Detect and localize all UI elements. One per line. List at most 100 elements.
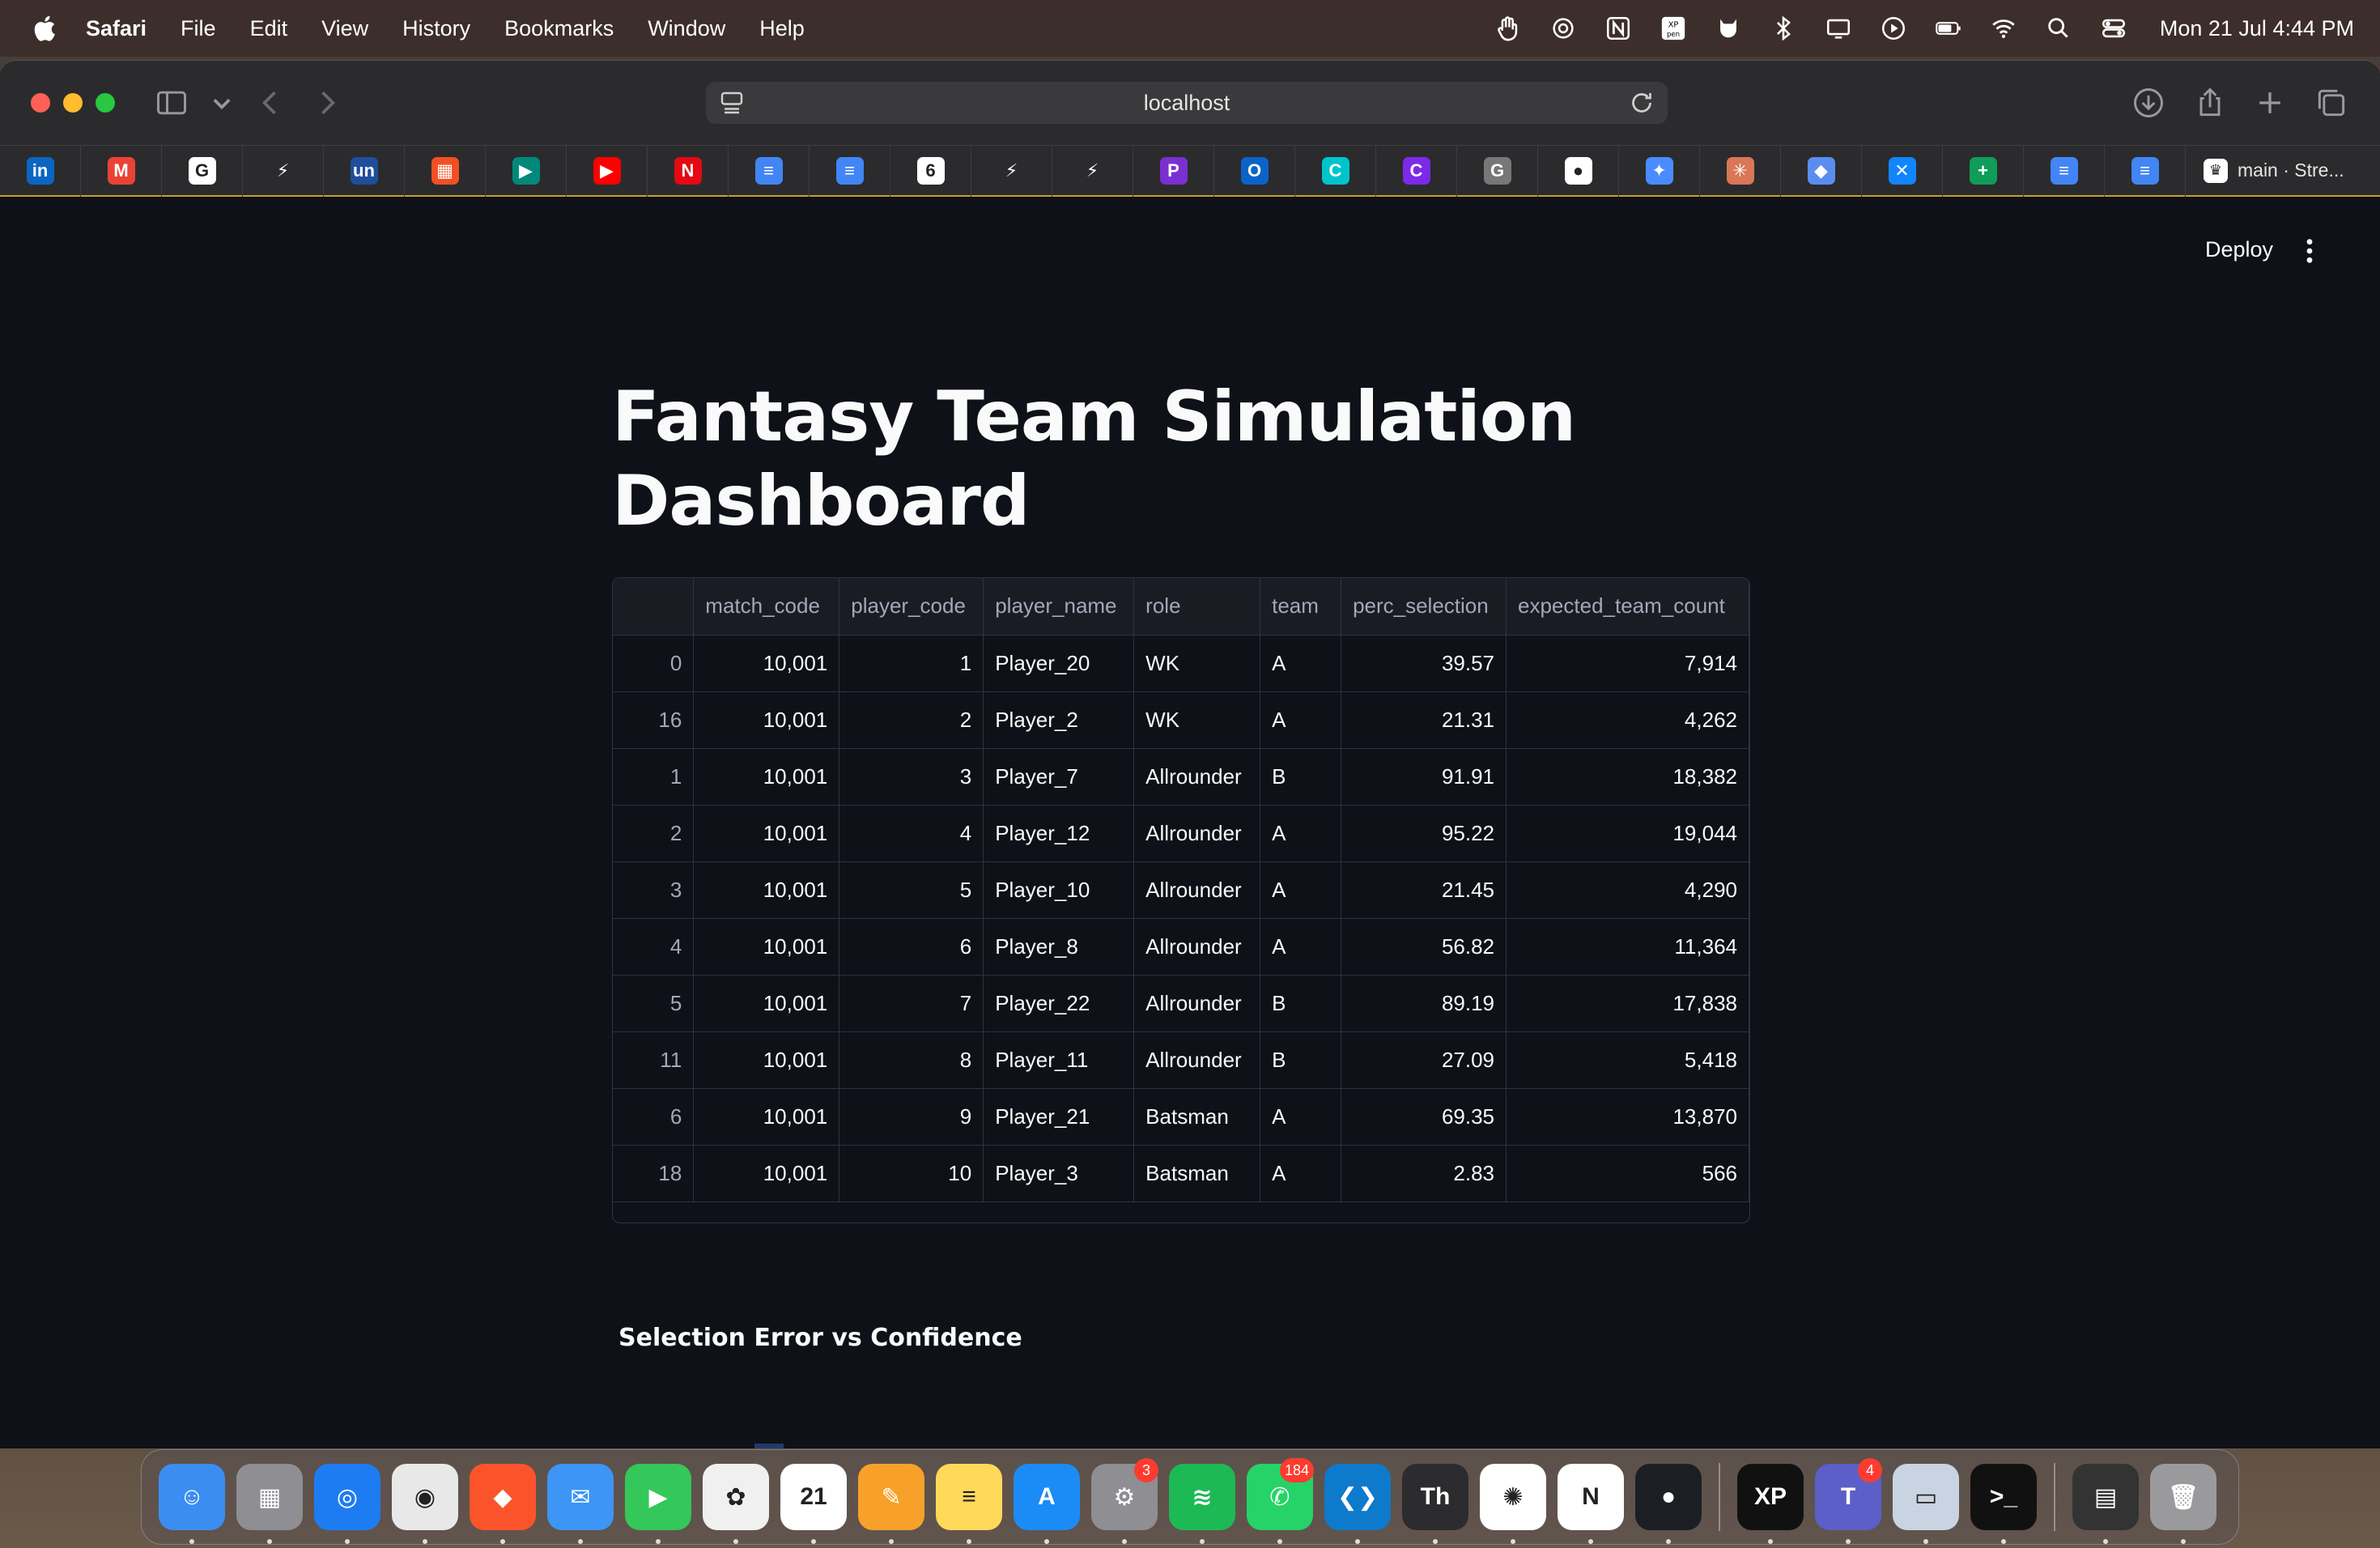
cell-perc-selection[interactable]: 21.31 bbox=[1341, 691, 1507, 749]
dock-app-xppen[interactable]: XP bbox=[1732, 1458, 1809, 1544]
tab-overview-icon[interactable] bbox=[2314, 85, 2349, 121]
minimize-window-button[interactable] bbox=[63, 93, 83, 113]
column-header-player-name[interactable]: player_name bbox=[983, 578, 1135, 636]
cell-match-code[interactable]: 10,001 bbox=[693, 1088, 840, 1146]
cell-perc-selection[interactable]: 27.09 bbox=[1341, 1031, 1507, 1089]
cell-player-code[interactable]: 1 bbox=[839, 635, 984, 692]
row-index-cell[interactable]: 3 bbox=[613, 861, 695, 919]
favorite-claude[interactable]: ✳ bbox=[1700, 144, 1781, 197]
chevron-down-icon[interactable] bbox=[204, 85, 231, 121]
cell-player-code[interactable]: 6 bbox=[839, 918, 984, 976]
sidebar-toggle-icon[interactable] bbox=[154, 85, 189, 121]
favorite-pixel[interactable]: P bbox=[1133, 144, 1214, 197]
more-options-icon[interactable] bbox=[2297, 237, 2322, 265]
dock-app-brave[interactable]: ◆ bbox=[464, 1458, 542, 1544]
cell-expected-team-count[interactable]: 18,382 bbox=[1506, 748, 1749, 806]
dock-app-spotify[interactable]: ≋ bbox=[1163, 1458, 1241, 1544]
control-center-icon[interactable] bbox=[2100, 15, 2127, 42]
display-icon[interactable] bbox=[1825, 15, 1852, 42]
cell-team[interactable]: A bbox=[1260, 1145, 1342, 1202]
dock-app-notion[interactable]: N bbox=[1552, 1458, 1630, 1544]
table-row[interactable]: 16 10,001 2 Player_2 WK A 21.31 4,262 bbox=[613, 691, 1749, 749]
cell-player-name[interactable]: Player_12 bbox=[983, 805, 1135, 862]
cat-icon[interactable] bbox=[1715, 15, 1742, 42]
close-window-button[interactable] bbox=[31, 93, 50, 113]
favorite-google[interactable]: G bbox=[162, 144, 243, 197]
app-menu-safari[interactable]: Safari bbox=[86, 16, 147, 41]
favorite-netflix[interactable]: N bbox=[648, 144, 729, 197]
table-row[interactable]: 4 10,001 6 Player_8 Allrounder A 56.82 11,364 bbox=[613, 918, 1749, 976]
download-icon[interactable] bbox=[2131, 85, 2166, 121]
share-icon[interactable] bbox=[2192, 85, 2228, 121]
cell-role[interactable]: WK bbox=[1133, 691, 1261, 749]
dock-app-typora[interactable]: Th bbox=[1396, 1458, 1474, 1544]
cell-match-code[interactable]: 10,001 bbox=[693, 1145, 840, 1202]
cell-match-code[interactable]: 10,001 bbox=[693, 1031, 840, 1089]
cell-team[interactable]: A bbox=[1260, 691, 1342, 749]
favorite-github[interactable]: ● bbox=[1538, 144, 1619, 197]
favorite-grammarly[interactable]: G bbox=[1457, 144, 1538, 197]
row-index-cell[interactable]: 11 bbox=[613, 1031, 695, 1089]
dock-app-system-settings[interactable]: ⚙ 3 bbox=[1086, 1458, 1163, 1544]
dock-app-teams[interactable]: T4 bbox=[1809, 1458, 1887, 1544]
menu-window[interactable]: Window bbox=[648, 16, 725, 41]
favorite-linkedin[interactable]: in bbox=[0, 144, 81, 197]
menu-view[interactable]: View bbox=[321, 16, 368, 41]
cell-match-code[interactable]: 10,001 bbox=[693, 691, 840, 749]
menubar-clock[interactable]: Mon 21 Jul 4:44 PM bbox=[2160, 16, 2354, 41]
cell-player-name[interactable]: Player_11 bbox=[983, 1031, 1135, 1089]
cell-player-name[interactable]: Player_7 bbox=[983, 748, 1135, 806]
dock-app-trash[interactable]: 🗑 bbox=[2144, 1458, 2222, 1544]
cell-perc-selection[interactable]: 56.82 bbox=[1341, 918, 1507, 976]
favorite-docs[interactable]: ≡ bbox=[729, 144, 810, 197]
cell-player-name[interactable]: Player_8 bbox=[983, 918, 1135, 976]
dock-app-preview[interactable]: ▭ bbox=[1887, 1458, 1965, 1544]
favorite-unstop[interactable]: un bbox=[324, 144, 405, 197]
wifi-icon[interactable] bbox=[1990, 15, 2017, 42]
cell-player-code[interactable]: 4 bbox=[839, 805, 984, 862]
cell-player-code[interactable]: 9 bbox=[839, 1088, 984, 1146]
cell-expected-team-count[interactable]: 19,044 bbox=[1506, 805, 1749, 862]
dock-app-safari[interactable]: ◎ bbox=[308, 1458, 386, 1544]
cell-player-name[interactable]: Player_21 bbox=[983, 1088, 1135, 1146]
favorite-canva-2[interactable]: C bbox=[1376, 144, 1457, 197]
deploy-button[interactable]: Deploy bbox=[2205, 237, 2273, 262]
favorite-bolt-3[interactable]: ⚡ bbox=[1052, 144, 1133, 197]
cell-match-code[interactable]: 10,001 bbox=[693, 918, 840, 976]
data-table[interactable]: match_code player_code player_name role team… bbox=[612, 577, 1750, 1223]
row-index-cell[interactable]: 5 bbox=[613, 975, 695, 1032]
index-column-header[interactable] bbox=[613, 578, 695, 636]
table-row[interactable]: 5 10,001 7 Player_22 Allrounder B 89.19 17,838 bbox=[613, 975, 1749, 1032]
chatgpt-status-icon[interactable] bbox=[1549, 15, 1577, 42]
cell-expected-team-count[interactable]: 11,364 bbox=[1506, 918, 1749, 976]
column-header-team[interactable]: team bbox=[1260, 578, 1342, 636]
favorite-bolt[interactable]: ⚡ bbox=[243, 144, 324, 197]
cell-player-code[interactable]: 2 bbox=[839, 691, 984, 749]
cell-expected-team-count[interactable]: 4,290 bbox=[1506, 861, 1749, 919]
cell-expected-team-count[interactable]: 13,870 bbox=[1506, 1088, 1749, 1146]
cell-player-name[interactable]: Player_2 bbox=[983, 691, 1135, 749]
dock-app-chatgpt[interactable]: ✺ bbox=[1474, 1458, 1552, 1544]
table-row[interactable]: 11 10,001 8 Player_11 Allrounder B 27.09 5,418 bbox=[613, 1031, 1749, 1089]
dock-app-chrome[interactable]: ◉ bbox=[386, 1458, 464, 1544]
dock-app-vscode[interactable]: ❮❯ bbox=[1319, 1458, 1396, 1544]
cell-expected-team-count[interactable]: 17,838 bbox=[1506, 975, 1749, 1032]
menu-help[interactable]: Help bbox=[759, 16, 805, 41]
favorite-docs-2[interactable]: ≡ bbox=[810, 144, 890, 197]
row-index-cell[interactable]: 1 bbox=[613, 748, 695, 806]
cell-perc-selection[interactable]: 89.19 bbox=[1341, 975, 1507, 1032]
hand-wave-icon[interactable] bbox=[1494, 15, 1522, 42]
cell-player-name[interactable]: Player_22 bbox=[983, 975, 1135, 1032]
cell-expected-team-count[interactable]: 5,418 bbox=[1506, 1031, 1749, 1089]
favorite-gemini[interactable]: ✦ bbox=[1619, 144, 1700, 197]
cell-match-code[interactable]: 10,001 bbox=[693, 805, 840, 862]
favorite-gmail[interactable]: M bbox=[81, 144, 162, 197]
favorite-copilot[interactable]: ◆ bbox=[1781, 144, 1862, 197]
cell-role[interactable]: Allrounder bbox=[1133, 1031, 1261, 1089]
table-row[interactable]: 6 10,001 9 Player_21 Batsman A 69.35 13,870 bbox=[613, 1088, 1749, 1146]
column-header-expected-team-count[interactable]: expected_team_count bbox=[1506, 578, 1749, 636]
favorite-bolt-2[interactable]: ⚡ bbox=[971, 144, 1052, 197]
cell-perc-selection[interactable]: 39.57 bbox=[1341, 635, 1507, 692]
cell-expected-team-count[interactable]: 4,262 bbox=[1506, 691, 1749, 749]
cell-match-code[interactable]: 10,001 bbox=[693, 975, 840, 1032]
